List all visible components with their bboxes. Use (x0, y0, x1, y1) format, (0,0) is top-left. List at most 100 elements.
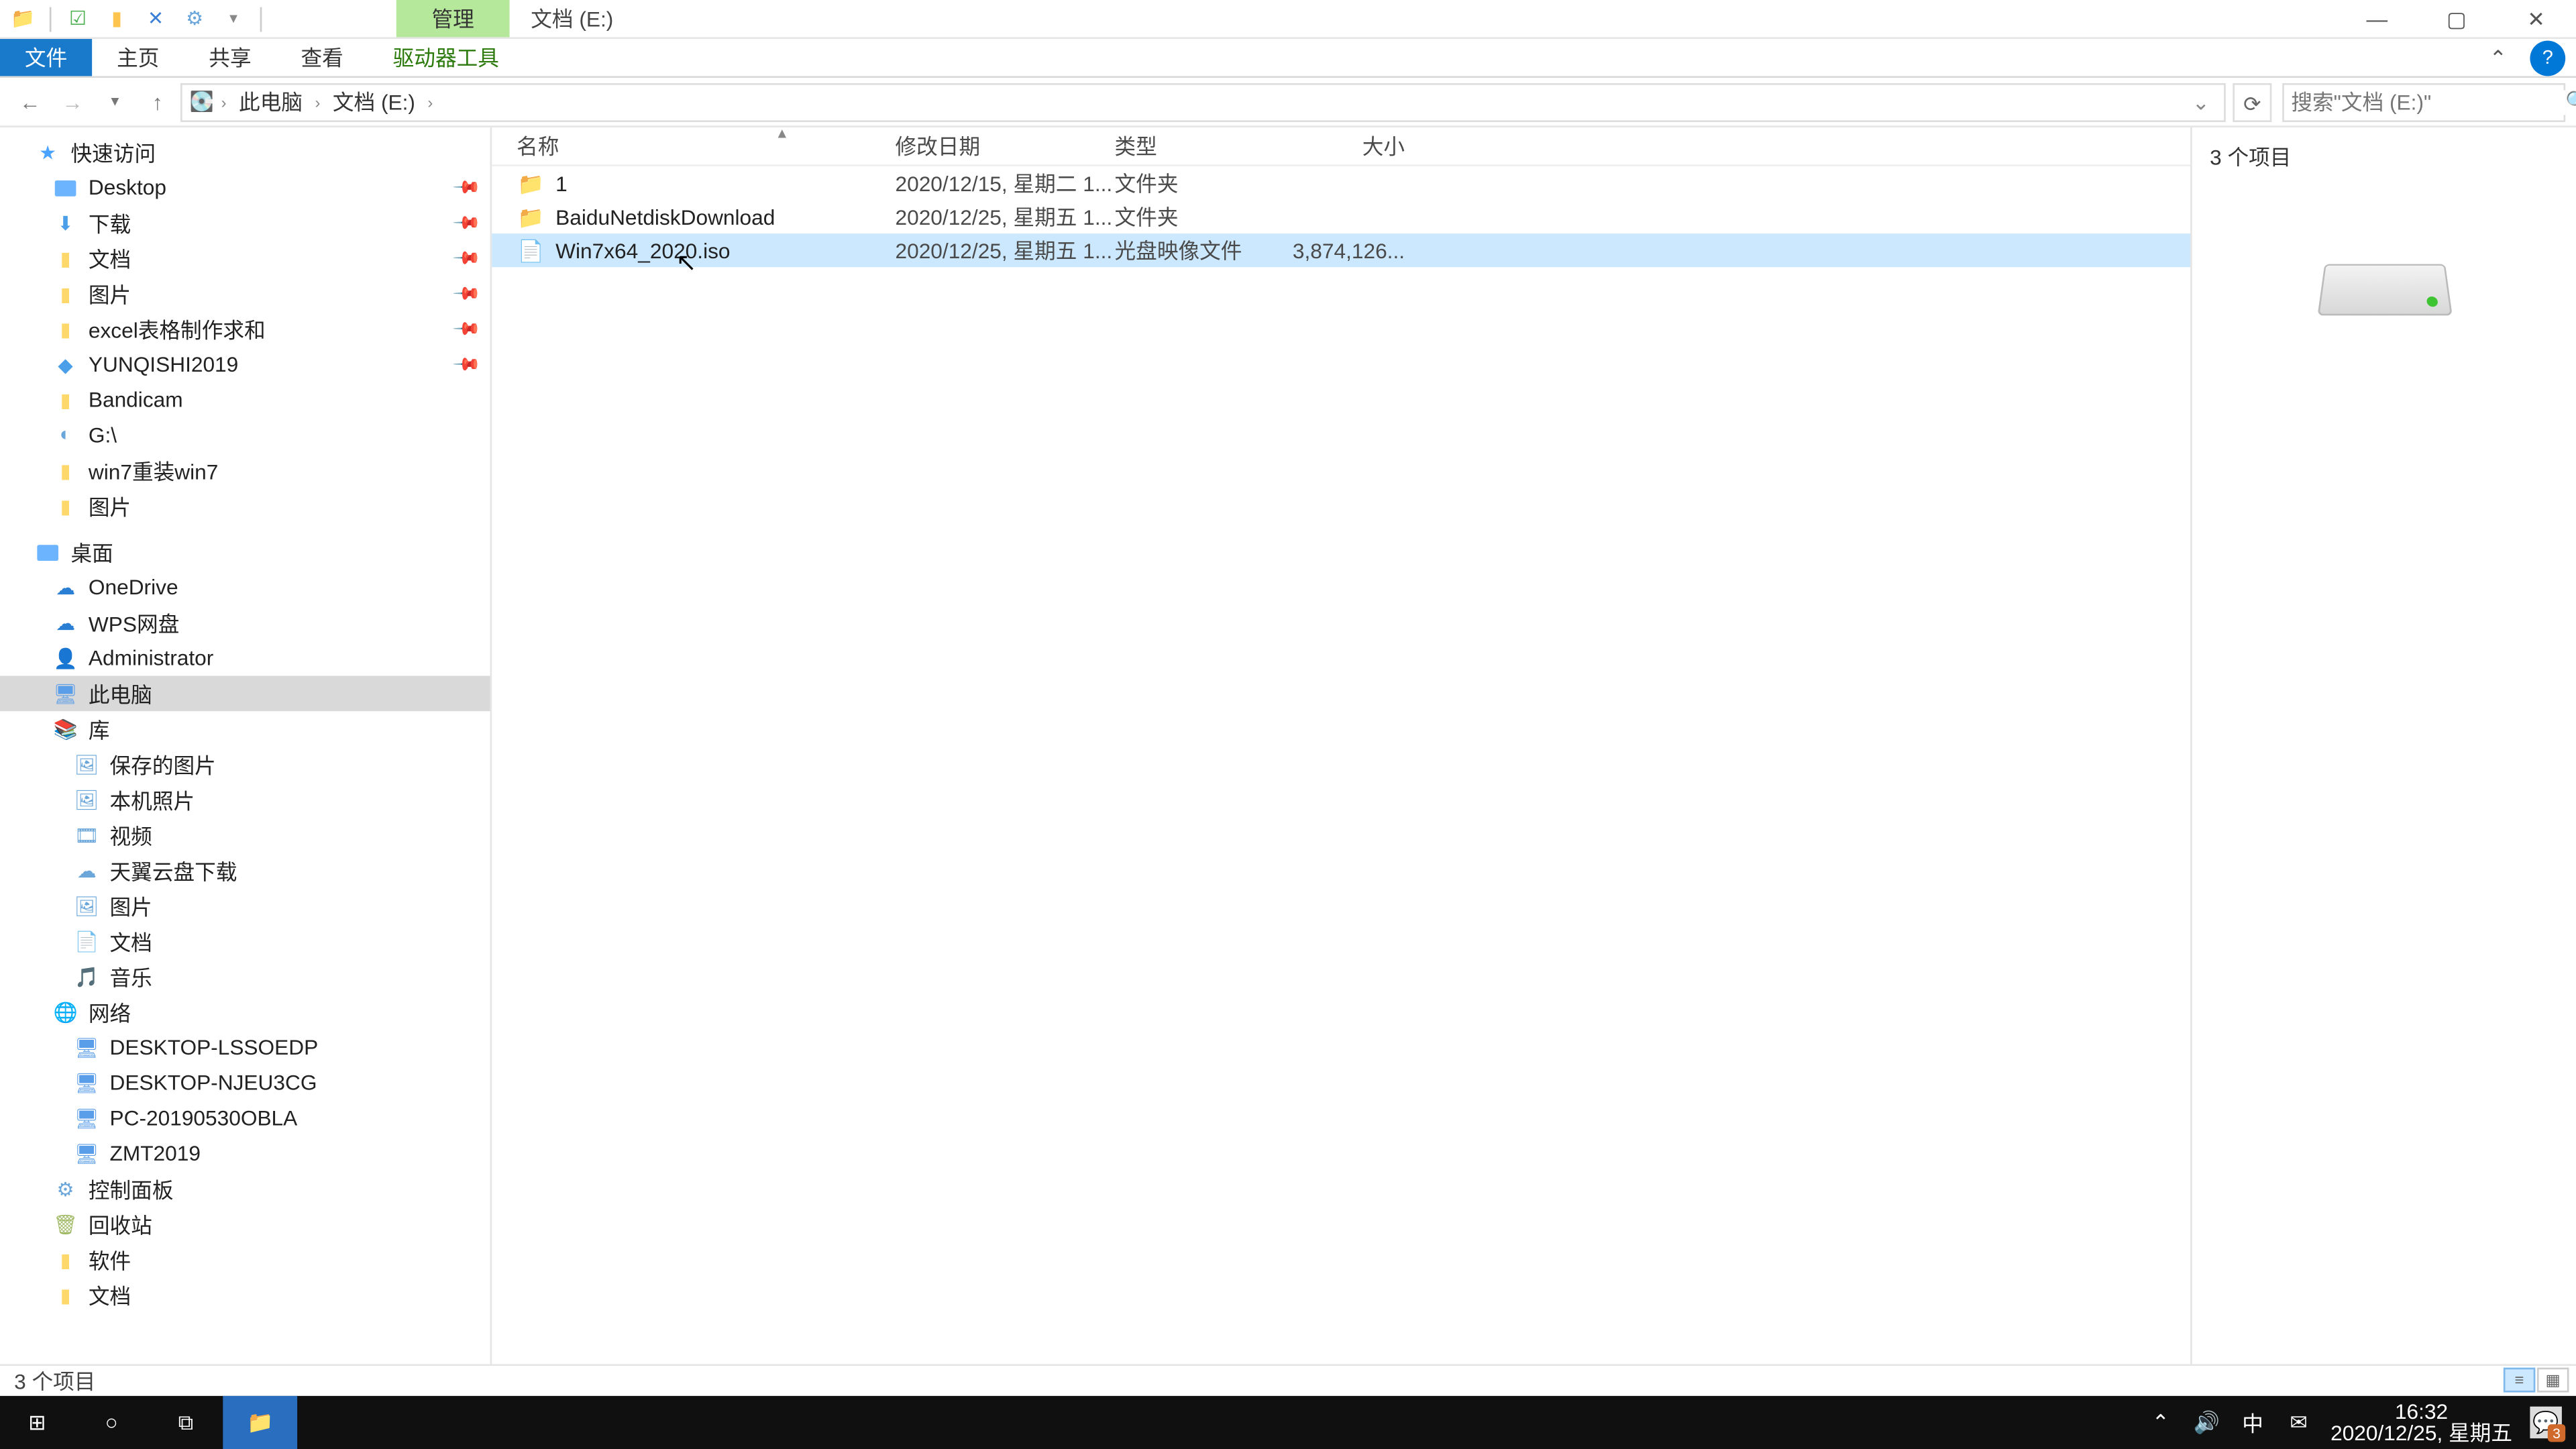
tree-software[interactable]: ▮软件 (0, 1242, 490, 1277)
file-explorer-taskbar-button[interactable]: 📁 (223, 1396, 297, 1449)
tree-pc3[interactable]: 🖥PC-20190530OBLA (0, 1100, 490, 1136)
tree-bandicam[interactable]: ▮Bandicam (0, 382, 490, 418)
tree-label: 网络 (89, 997, 131, 1027)
drive-preview-icon (2316, 264, 2451, 316)
breadcrumb-this-pc[interactable]: 此电脑 (233, 87, 308, 117)
tree-desktop-root[interactable]: 桌面 (0, 534, 490, 570)
tree-pc1[interactable]: 🖥DESKTOP-LSSOEDP (0, 1030, 490, 1065)
tree-network[interactable]: 🌐网络 (0, 994, 490, 1030)
tab-share[interactable]: 共享 (184, 39, 276, 76)
breadcrumb-drive[interactable]: 文档 (E:) (327, 87, 421, 117)
search-box[interactable]: 🔍 (2282, 83, 2565, 121)
tree-administrator[interactable]: 👤Administrator (0, 641, 490, 676)
qat-app-icon[interactable]: 📁 (7, 3, 39, 34)
file-row[interactable]: 📄 Win7x64_2020.iso 2020/12/25, 星期五 1... … (492, 233, 2190, 267)
tree-label: Desktop (89, 175, 166, 200)
tree-label: excel表格制作求和 (89, 314, 266, 344)
tree-label: 库 (89, 714, 110, 744)
file-row[interactable]: 📁 1 2020/12/15, 星期二 1... 文件夹 (492, 166, 2190, 200)
search-input[interactable] (2291, 89, 2565, 114)
start-button[interactable]: ⊞ (0, 1396, 74, 1449)
qat-gear-icon[interactable]: ⚙ (178, 3, 210, 34)
recent-locations-button[interactable]: ▾ (95, 83, 134, 121)
tree-label: 软件 (89, 1244, 131, 1275)
task-view-button[interactable]: ⧉ (149, 1396, 223, 1449)
column-type[interactable]: 类型 (1115, 131, 1292, 161)
icons-view-button[interactable]: ▦ (2537, 1368, 2569, 1393)
address-dropdown-button[interactable]: ⌄ (2185, 89, 2216, 114)
tree-label: PC-20190530OBLA (110, 1106, 298, 1130)
up-button[interactable]: ↑ (138, 83, 177, 121)
tree-label: 回收站 (89, 1210, 152, 1240)
navigation-tree[interactable]: ★快速访问 Desktop📌 ⬇下载📌 ▮文档📌 ▮图片📌 ▮excel表格制作… (0, 127, 492, 1364)
forward-button[interactable]: → (53, 83, 92, 121)
search-button[interactable]: ○ (74, 1396, 149, 1449)
qat-checkbox-icon[interactable]: ☑ (62, 3, 93, 34)
tree-this-pc[interactable]: 🖥此电脑 (0, 676, 490, 711)
tree-g-drive[interactable]: ◐G:\ (0, 417, 490, 453)
tree-label: 控制面板 (89, 1174, 174, 1204)
column-name[interactable]: 名称▲ (517, 131, 895, 161)
qat-dropdown-icon[interactable]: ▾ (217, 3, 249, 34)
mail-icon[interactable]: ✉ (2285, 1410, 2313, 1435)
details-view-button[interactable]: ≡ (2504, 1368, 2535, 1393)
tree-videos[interactable]: 🎞视频 (0, 817, 490, 853)
file-type: 文件夹 (1115, 202, 1292, 232)
tree-win7reinstall[interactable]: ▮win7重装win7 (0, 453, 490, 488)
tab-drive-tools[interactable]: 驱动器工具 (368, 39, 524, 76)
tab-home[interactable]: 主页 (92, 39, 184, 76)
volume-icon[interactable]: 🔊 (2192, 1410, 2220, 1435)
ime-indicator[interactable]: 中 (2239, 1407, 2267, 1438)
column-date[interactable]: 修改日期 (896, 131, 1115, 161)
help-button[interactable]: ? (2530, 41, 2565, 76)
action-center-button[interactable]: 💬 3 (2530, 1407, 2561, 1438)
tree-pc4[interactable]: 🖥ZMT2019 (0, 1136, 490, 1171)
tree-libraries[interactable]: 📚库 (0, 711, 490, 747)
tree-music[interactable]: 🎵音乐 (0, 959, 490, 994)
preview-item-count: 3 个项目 (2210, 142, 2291, 172)
tree-quick-access[interactable]: ★快速访问 (0, 134, 490, 170)
tree-tianyi[interactable]: ☁天翼云盘下载 (0, 853, 490, 888)
chevron-right-icon[interactable]: › (427, 93, 433, 110)
tree-control-panel[interactable]: ⚙控制面板 (0, 1171, 490, 1207)
address-bar[interactable]: 💽 › 此电脑 › 文档 (E:) › ⌄ (180, 83, 2226, 121)
tree-lib-pictures[interactable]: 🖼图片 (0, 888, 490, 924)
close-button[interactable]: ✕ (2496, 0, 2576, 37)
search-icon[interactable]: 🔍 (2565, 91, 2576, 113)
maximize-button[interactable]: ▢ (2417, 0, 2497, 37)
tree-saved-pictures[interactable]: 🖼保存的图片 (0, 747, 490, 782)
tree-lib-documents[interactable]: 📄文档 (0, 924, 490, 959)
qat-folder-icon[interactable]: ▮ (101, 3, 132, 34)
tree-label: G:\ (89, 423, 117, 447)
tab-file[interactable]: 文件 (0, 39, 92, 76)
tree-pictures2[interactable]: ▮图片 (0, 488, 490, 524)
tab-view[interactable]: 查看 (276, 39, 368, 76)
minimize-button[interactable]: — (2337, 0, 2417, 37)
tree-recycle-bin[interactable]: 🗑回收站 (0, 1207, 490, 1242)
tree-documents[interactable]: ▮文档📌 (0, 241, 490, 276)
tree-onedrive[interactable]: ☁OneDrive (0, 570, 490, 605)
tree-downloads[interactable]: ⬇下载📌 (0, 205, 490, 241)
tree-label: 文档 (110, 926, 152, 957)
tree-pc2[interactable]: 🖥DESKTOP-NJEU3CG (0, 1065, 490, 1101)
tray-overflow-button[interactable]: ⌃ (2147, 1410, 2175, 1435)
column-size[interactable]: 大小 (1291, 131, 1405, 161)
chevron-right-icon[interactable]: › (221, 93, 227, 110)
tree-desktop[interactable]: Desktop📌 (0, 170, 490, 205)
tree-wps[interactable]: ☁WPS网盘 (0, 605, 490, 641)
qat-close-icon[interactable]: ✕ (140, 3, 171, 34)
video-icon: 🎞 (74, 822, 99, 847)
tree-excel[interactable]: ▮excel表格制作求和📌 (0, 311, 490, 347)
refresh-button[interactable]: ⟳ (2233, 83, 2271, 121)
tree-label: Bandicam (89, 388, 183, 413)
tree-yunqishi[interactable]: ◆YUNQISHI2019📌 (0, 347, 490, 382)
chevron-right-icon[interactable]: › (315, 93, 320, 110)
file-name: 1 (555, 171, 895, 196)
tree-local-pictures[interactable]: 🖼本机照片 (0, 782, 490, 818)
tree-pictures[interactable]: ▮图片📌 (0, 276, 490, 311)
ribbon-collapse-button[interactable]: ⌃ (2473, 39, 2523, 76)
tree-documents2[interactable]: ▮文档 (0, 1277, 490, 1313)
clock[interactable]: 16:32 2020/12/25, 星期五 (2330, 1401, 2512, 1444)
back-button[interactable]: ← (11, 83, 50, 121)
file-row[interactable]: 📁 BaiduNetdiskDownload 2020/12/25, 星期五 1… (492, 200, 2190, 233)
